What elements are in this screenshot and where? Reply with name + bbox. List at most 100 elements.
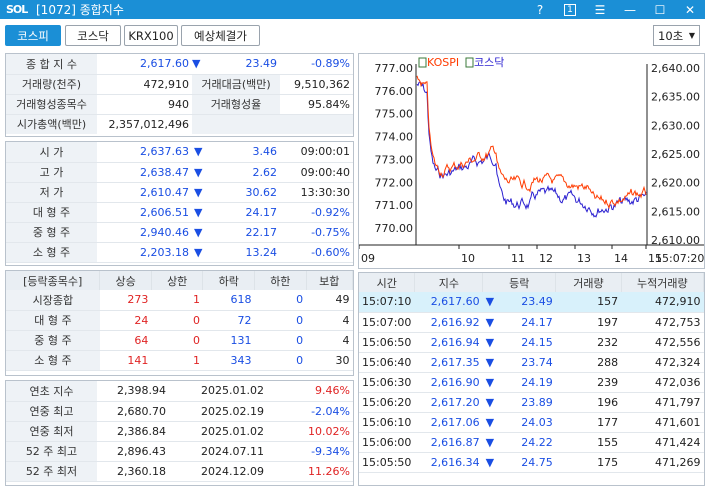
tick-time: 15:06:00 <box>359 432 415 453</box>
tick-index: 2,617.06 <box>414 412 483 433</box>
tick-index: 2,617.60 <box>414 292 483 313</box>
tick-change: 24.03 <box>521 415 553 429</box>
screen-number-button[interactable]: 1 <box>555 0 585 19</box>
right-tick-label: 2,615.00 <box>651 205 700 218</box>
ohlc-row: 고 가 2,638.47 ▼ 2.62 09:00:40 <box>6 162 353 183</box>
down-arrow-icon: ▼ <box>192 182 206 203</box>
breadth-limit-up: 0 <box>151 330 203 351</box>
yearly-row: 연중 최고 2,680.70 2025.02.19 -2.04% <box>6 401 353 422</box>
tick-cum-volume: 471,601 <box>621 412 704 433</box>
tick-volume: 232 <box>555 332 622 353</box>
ticks-header-cell: 지수 <box>414 273 484 292</box>
tab-kospi[interactable]: 코스피 <box>5 25 61 46</box>
tick-change: 24.15 <box>521 335 553 349</box>
ohlc-value: 2,606.51 <box>97 202 192 223</box>
tab-krx100[interactable]: KRX100 <box>124 25 178 46</box>
ohlc-extra: 09:00:40 <box>280 162 353 183</box>
tab-kosdaq[interactable]: 코스닥 <box>65 25 121 46</box>
breadth-limit-up: 1 <box>151 290 203 311</box>
down-arrow-icon: ▼ <box>485 455 495 469</box>
down-arrow-icon: ▼ <box>192 162 206 183</box>
tick-index: 2,617.35 <box>414 352 483 373</box>
right-tick-label: 2,620.00 <box>651 177 700 190</box>
tick-volume: 177 <box>555 412 622 433</box>
breadth-limit-down: 0 <box>254 290 307 311</box>
breadth-flat: 4 <box>306 310 353 331</box>
tick-time: 15:07:10 <box>359 292 415 313</box>
tick-row[interactable]: 15:05:50 2,616.34 ▼ 24.75 175 471,269 <box>359 452 704 473</box>
maximize-button[interactable]: ☐ <box>645 0 675 19</box>
right-tick-label: 2,625.00 <box>651 148 700 161</box>
x-tick-label: 10 <box>461 252 475 265</box>
yearly-label: 연초 지수 <box>6 381 97 402</box>
tick-index: 2,617.20 <box>414 392 483 413</box>
ohlc-label: 대 형 주 <box>6 202 97 223</box>
tick-row[interactable]: 15:07:10 2,617.60 ▼ 23.49 157 472,910 <box>359 292 704 313</box>
help-button[interactable]: ? <box>525 0 555 19</box>
breadth-row: 시장종합 273 1 618 0 49 <box>6 290 353 311</box>
breadth-down: 72 <box>202 310 255 331</box>
x-tick-label: 14 <box>614 252 628 265</box>
down-arrow-icon: ▼ <box>485 355 495 369</box>
menu-icon[interactable]: ☰ <box>585 0 615 19</box>
ohlc-row: 대 형 주 2,606.51 ▼ 24.17 -0.92% <box>6 202 353 223</box>
x-end-label: 15:07:20 <box>655 252 704 265</box>
yearly-panel: 연초 지수 2,398.94 2025.01.02 9.46% 연중 최고 2,680.7… <box>5 380 354 486</box>
tick-row[interactable]: 15:06:50 2,616.94 ▼ 24.15 232 472,556 <box>359 332 704 353</box>
breadth-limit-up: 1 <box>151 350 203 371</box>
screen-number: 1 <box>564 3 576 16</box>
tick-volume: 239 <box>555 372 622 393</box>
legend-kospi: KOSPI <box>427 56 459 69</box>
index-label: 종 합 지 수 <box>6 54 97 75</box>
ohlc-extra: 13:30:30 <box>280 182 353 203</box>
minimize-button[interactable]: — <box>615 0 645 19</box>
tick-row[interactable]: 15:06:00 2,616.87 ▼ 24.22 155 471,424 <box>359 432 704 453</box>
tick-cum-volume: 472,036 <box>621 372 704 393</box>
left-tick-label: 772.00 <box>375 176 414 189</box>
breadth-header: [등락종목수] 상승 상한 하락 하한 보합 <box>6 271 353 290</box>
tick-cum-volume: 472,910 <box>621 292 704 313</box>
tick-change: 24.75 <box>521 455 553 469</box>
breadth-flat: 49 <box>306 290 353 311</box>
amount-value: 9,510,362 <box>280 74 353 95</box>
yearly-pct: 11.26% <box>267 461 353 482</box>
intraday-chart[interactable]: 777.00 776.00 775.00 774.00 773.00 772.00 771.… <box>358 53 705 269</box>
tick-change: 23.49 <box>521 295 553 309</box>
ticks-header-cell: 시간 <box>359 273 416 292</box>
tick-cum-volume: 471,269 <box>621 452 704 473</box>
breadth-up: 64 <box>99 330 152 351</box>
interval-select[interactable]: 10초 ▼ <box>653 25 700 46</box>
tick-row[interactable]: 15:06:20 2,617.20 ▼ 23.89 196 471,797 <box>359 392 704 413</box>
tick-volume: 196 <box>555 392 622 413</box>
ohlc-change: 24.17 <box>206 202 280 223</box>
breadth-down: 343 <box>202 350 255 371</box>
breadth-label: 소 형 주 <box>6 350 100 371</box>
breadth-flat: 30 <box>306 350 353 371</box>
yearly-date: 2024.07.11 <box>169 441 267 462</box>
tick-time: 15:06:50 <box>359 332 415 353</box>
ticks-header: 시간 지수 등락 거래량 누적거래량 <box>359 273 704 292</box>
tick-row[interactable]: 15:06:30 2,616.90 ▼ 24.19 239 472,036 <box>359 372 704 393</box>
x-tick-label: 12 <box>539 252 553 265</box>
breadth-down: 618 <box>202 290 255 311</box>
breadth-row: 소 형 주 141 1 343 0 30 <box>6 350 353 371</box>
tick-row[interactable]: 15:06:40 2,617.35 ▼ 23.74 288 472,324 <box>359 352 704 373</box>
kosdaq-line <box>416 81 647 218</box>
down-arrow-icon: ▼ <box>485 315 495 329</box>
breadth-label: 중 형 주 <box>6 330 100 351</box>
tick-row[interactable]: 15:07:00 2,616.92 ▼ 24.17 197 472,753 <box>359 312 704 333</box>
tick-row[interactable]: 15:06:10 2,617.06 ▼ 24.03 177 471,601 <box>359 412 704 433</box>
breadth-up: 273 <box>99 290 152 311</box>
breadth-header-cell: 하한 <box>254 271 307 290</box>
amount-label: 거래대금(백만) <box>192 74 280 95</box>
x-tick-label: 09 <box>361 252 375 265</box>
yearly-date: 2025.01.02 <box>169 381 267 402</box>
tab-expected-price[interactable]: 예상체결가 <box>181 25 260 46</box>
window-title: [1072] 종합지수 <box>36 3 124 17</box>
ohlc-value: 2,610.47 <box>97 182 192 203</box>
ohlc-change: 2.62 <box>206 162 280 183</box>
tick-index: 2,616.94 <box>414 332 483 353</box>
close-button[interactable]: ✕ <box>675 0 705 19</box>
tick-index: 2,616.92 <box>414 312 483 333</box>
index-change: 23.49 <box>204 54 280 75</box>
